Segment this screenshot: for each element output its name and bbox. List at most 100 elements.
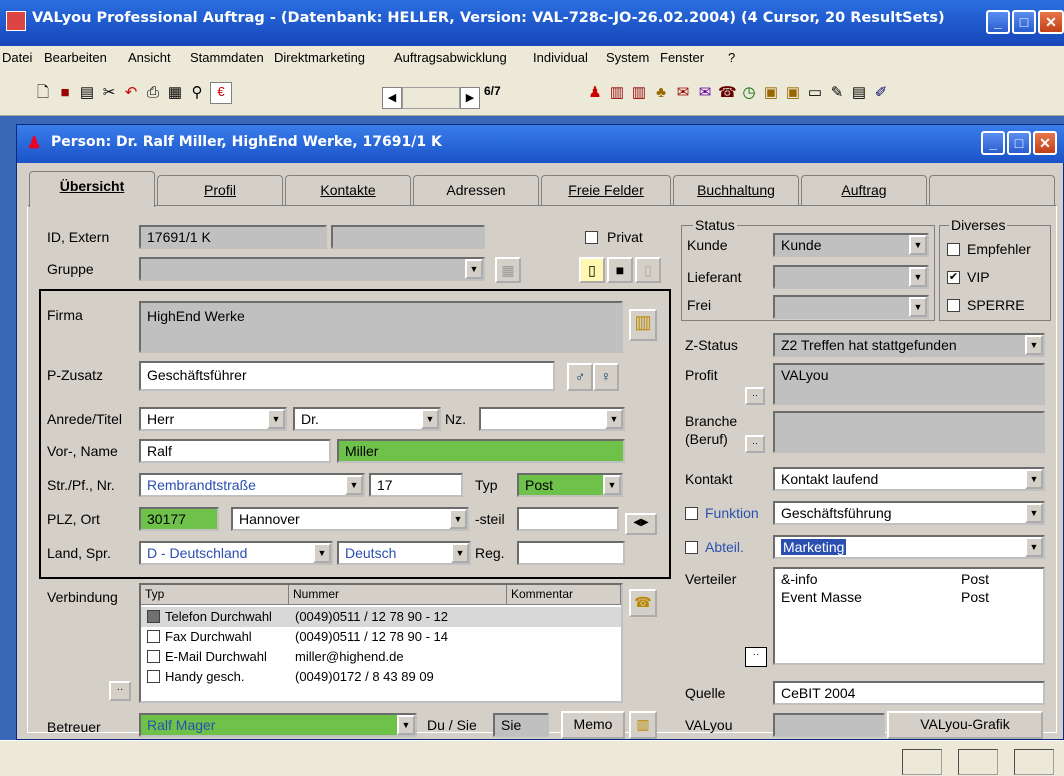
child-maximize-icon[interactable]: □: [1007, 131, 1031, 155]
hausnummer-field[interactable]: 17: [369, 473, 463, 497]
record-slider[interactable]: [402, 87, 460, 109]
anrede-select[interactable]: Herr ▼: [139, 407, 287, 431]
tab-auftrag[interactable]: Auftrag: [801, 175, 927, 205]
col-typ[interactable]: Typ: [141, 585, 289, 605]
titel-select[interactable]: Dr. ▼: [293, 407, 441, 431]
funktion-select[interactable]: Geschäftsführung ▼: [773, 501, 1045, 525]
euro-icon[interactable]: €: [210, 82, 232, 104]
chevron-down-icon[interactable]: ▼: [421, 409, 439, 429]
new-icon[interactable]: 🗋: [34, 84, 52, 102]
branche-more-button[interactable]: ··: [745, 435, 765, 453]
chevron-down-icon[interactable]: ▼: [1025, 335, 1043, 355]
company-person-icon[interactable]: ▥: [630, 84, 648, 102]
connections-table[interactable]: Typ Nummer Kommentar Telefon Durchwahl (…: [139, 583, 623, 703]
save-note-button[interactable]: ■: [607, 257, 633, 283]
chevron-down-icon[interactable]: ▼: [1025, 503, 1043, 523]
phone-icon[interactable]: ☎: [629, 589, 657, 617]
undo-icon[interactable]: ↶: [122, 84, 140, 102]
table-icon[interactable]: ▦: [166, 84, 184, 102]
ort-select[interactable]: Hannover ▼: [231, 507, 469, 531]
memo-icon[interactable]: ▥: [629, 711, 657, 739]
verteiler-more-button[interactable]: ··: [745, 647, 767, 667]
prev-record-button[interactable]: ◀: [382, 87, 402, 109]
document-icon[interactable]: ▭: [806, 84, 824, 102]
empfehler-checkbox[interactable]: [947, 243, 960, 256]
nachname-field[interactable]: Miller: [337, 439, 625, 463]
verteiler-list[interactable]: &-info Post Event Masse Post: [773, 567, 1045, 665]
group-icon[interactable]: ♣: [652, 84, 670, 102]
strasse-select[interactable]: Rembrandtstraße ▼: [139, 473, 365, 497]
valyou-grafik-button[interactable]: VALyou-Grafik: [887, 711, 1043, 739]
id-field[interactable]: 17691/1 K: [139, 225, 327, 249]
table-row[interactable]: Handy gesch. (0049)0172 / 8 43 89 09: [141, 667, 621, 687]
menu-help[interactable]: ?: [728, 50, 735, 65]
menu-fenster[interactable]: Fenster: [660, 50, 704, 65]
gruppe-select[interactable]: ▼: [139, 257, 485, 281]
chevron-down-icon[interactable]: ▼: [909, 297, 927, 317]
typ-select[interactable]: Post ▼: [517, 473, 623, 497]
land-select[interactable]: D - Deutschland ▼: [139, 541, 333, 565]
row-checkbox[interactable]: [147, 610, 160, 623]
vip-checkbox[interactable]: ✔: [947, 271, 960, 284]
pzusatz-field[interactable]: Geschäftsführer: [139, 361, 555, 391]
company-icon[interactable]: ▥: [608, 84, 626, 102]
male-icon[interactable]: ♂: [567, 363, 593, 391]
child-close-icon[interactable]: ✕: [1033, 131, 1057, 155]
chevron-down-icon[interactable]: ▼: [909, 267, 927, 287]
menu-individual[interactable]: Individual: [533, 50, 588, 65]
search-icon[interactable]: ⚲: [188, 84, 206, 102]
memo-button[interactable]: Memo: [561, 711, 625, 739]
branche-field[interactable]: [773, 411, 1045, 453]
table-row[interactable]: Fax Durchwahl (0049)0511 / 12 78 90 - 14: [141, 627, 621, 647]
chevron-down-icon[interactable]: ▼: [1025, 537, 1043, 557]
kontakt-select[interactable]: Kontakt laufend ▼: [773, 467, 1045, 491]
chevron-down-icon[interactable]: ▼: [1025, 469, 1043, 489]
chevron-down-icon[interactable]: ▼: [397, 715, 415, 735]
gruppe-edit-button[interactable]: ▦: [495, 257, 521, 283]
close-icon[interactable]: ✕: [1038, 10, 1064, 34]
menu-auftragsabwicklung[interactable]: Auftragsabwicklung: [394, 50, 507, 65]
extern-id-field[interactable]: [331, 225, 485, 249]
zstatus-select[interactable]: Z2 Treffen hat stattgefunden ▼: [773, 333, 1045, 357]
maximize-icon[interactable]: □: [1012, 10, 1036, 34]
contact-icon[interactable]: ✉: [674, 84, 692, 102]
profit-more-button[interactable]: ··: [745, 387, 765, 405]
tab-uebersicht[interactable]: Übersicht: [29, 171, 155, 207]
save-icon[interactable]: ■: [56, 84, 74, 102]
tab-kontakte[interactable]: Kontakte: [285, 175, 411, 205]
chevron-down-icon[interactable]: ▼: [451, 543, 469, 563]
abteil-select[interactable]: Marketing ▼: [773, 535, 1045, 559]
more-connections-button[interactable]: ··: [109, 681, 131, 701]
menu-ansicht[interactable]: Ansicht: [128, 50, 171, 65]
delete-icon[interactable]: ✂: [100, 84, 118, 102]
chevron-down-icon[interactable]: ▼: [465, 259, 483, 279]
col-nummer[interactable]: Nummer: [289, 585, 507, 605]
plz-field[interactable]: 30177: [139, 507, 219, 531]
child-minimize-icon[interactable]: _: [981, 131, 1005, 155]
arrows-button[interactable]: ◀▶: [625, 513, 657, 535]
female-icon[interactable]: ♀: [593, 363, 619, 391]
vorname-field[interactable]: Ralf: [139, 439, 331, 463]
tab-profil[interactable]: Profil: [157, 175, 283, 205]
menu-bearbeiten[interactable]: Bearbeiten: [44, 50, 107, 65]
print-icon[interactable]: ⎙: [144, 84, 162, 102]
region-field[interactable]: [517, 541, 625, 565]
company-icon[interactable]: ▥: [629, 309, 657, 341]
table-row[interactable]: Telefon Durchwahl (0049)0511 / 12 78 90 …: [141, 607, 621, 627]
funktion-checkbox[interactable]: [685, 507, 698, 520]
calendar-icon[interactable]: ▣: [762, 84, 780, 102]
chevron-down-icon[interactable]: ▼: [449, 509, 467, 529]
sprache-select[interactable]: Deutsch ▼: [337, 541, 471, 565]
tab-adressen[interactable]: Adressen: [413, 175, 539, 205]
chevron-down-icon[interactable]: ▼: [909, 235, 927, 255]
sperre-checkbox[interactable]: [947, 299, 960, 312]
next-record-button[interactable]: ▶: [460, 87, 480, 109]
mail-icon[interactable]: ✉: [696, 84, 714, 102]
menu-datei[interactable]: Datei: [2, 50, 32, 65]
edit-document-icon[interactable]: ✎: [828, 84, 846, 102]
minimize-icon[interactable]: _: [986, 10, 1010, 34]
abteil-checkbox[interactable]: [685, 541, 698, 554]
tab-buchhaltung[interactable]: Buchhaltung: [673, 175, 799, 205]
dusie-field[interactable]: Sie: [493, 713, 549, 737]
chevron-down-icon[interactable]: ▼: [603, 475, 621, 495]
